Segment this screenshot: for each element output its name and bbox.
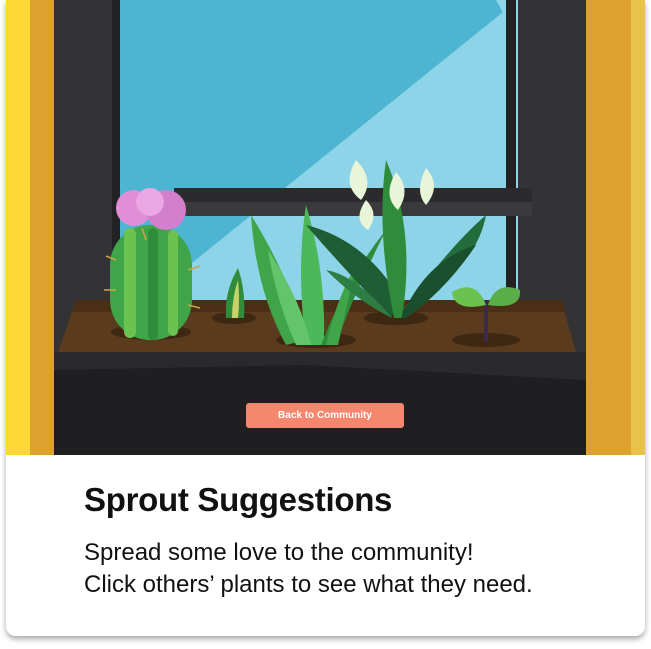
caption-line-2: Click others’ plants to see what they ne… — [84, 571, 533, 598]
window-scene — [6, 0, 645, 455]
caption-line-1: Spread some love to the community! — [84, 539, 474, 566]
caption-body: Spread some love to the community! Click… — [84, 537, 624, 601]
back-to-community-button[interactable]: Back to Community — [246, 403, 404, 428]
caption-panel: Sprout Suggestions Spread some love to t… — [6, 455, 645, 636]
cactus-plant[interactable] — [104, 188, 201, 340]
caption-title: Sprout Suggestions — [84, 481, 393, 518]
sprout-suggestions-card: Back to Community Sprout Suggestions Spr… — [6, 0, 645, 636]
window-plant-illustration: Back to Community — [6, 0, 645, 455]
